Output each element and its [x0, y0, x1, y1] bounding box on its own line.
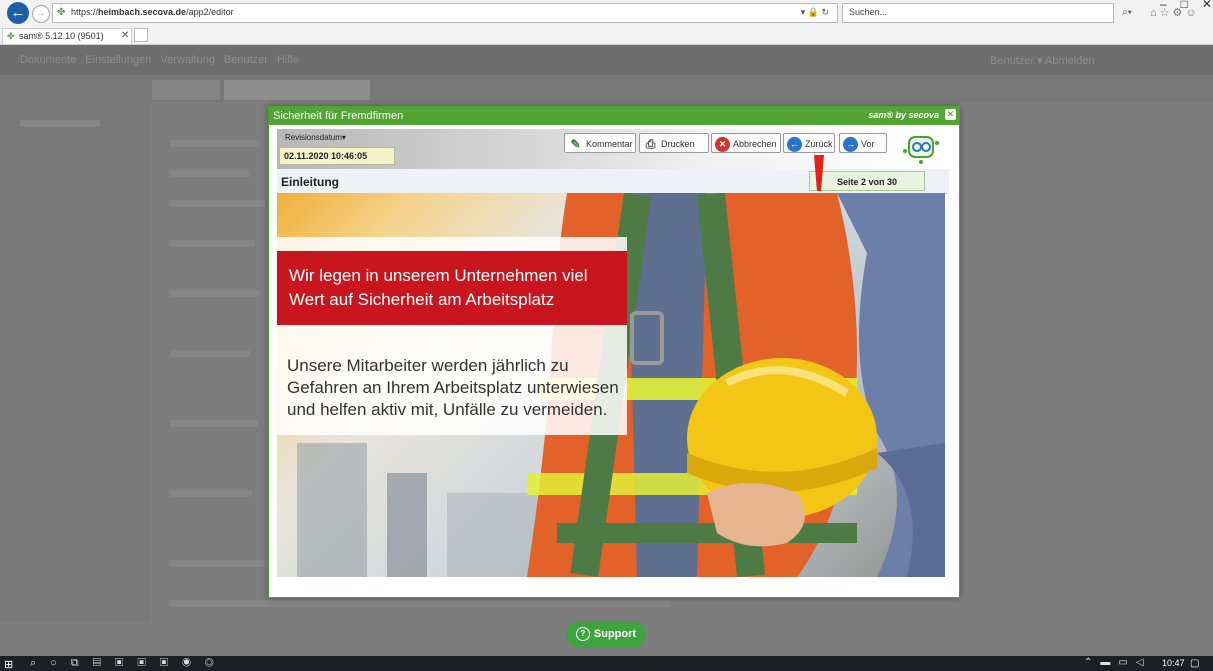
dialog-header: Revisionsdatum▾ 02.11.2020 10:46:05 ✎ Kom… [277, 129, 949, 169]
next-label: Vor [861, 139, 875, 149]
dialog-close-icon[interactable]: ✕ [945, 109, 956, 120]
section-title: Einleitung [281, 175, 339, 189]
printer-icon: ⎙ [645, 137, 656, 152]
ghost-list-line [170, 240, 255, 247]
browser-tab[interactable]: ✤ sam® 5.12.10 (9501) ✕ [2, 28, 132, 44]
brand-label: sam® by secova [868, 110, 939, 120]
page-indicator: Seite 2 von 30 [809, 171, 925, 191]
app-sidebar-dimmed [0, 102, 150, 622]
search-input[interactable]: Suchen... [842, 3, 1114, 23]
taskbar: ⊞ ⌕○⧉▤▣▣▣◉◎ ⌃▬▭◁ 10:47 ▢ [0, 656, 1213, 671]
slide-content: Wir legen in unserem Unternehmen viel We… [277, 193, 945, 577]
back-arrow-icon[interactable]: ← [7, 2, 29, 24]
help-icon: ? [575, 627, 590, 642]
body-box: Unsere Mitarbeiter werden jährlich zu Ge… [277, 325, 627, 435]
url-domain: heimbach.secova.de [98, 7, 187, 17]
mascot-logo-icon [903, 136, 939, 164]
dialog-title: Sicherheit für Fremdfirmen [273, 110, 404, 122]
ghost-list-line [170, 200, 265, 207]
app-sub-tab-active [224, 80, 370, 100]
ghost-list-line [170, 490, 252, 497]
headline-box: Wir legen in unserem Unternehmen viel We… [277, 251, 627, 325]
body-text: Unsere Mitarbeiter werden jährlich zu Ge… [287, 356, 619, 419]
site-favicon-icon: ✤ [57, 7, 66, 18]
pencil-icon: ✎ [570, 137, 581, 152]
app-menu-items: Dokumente Einstellungen Verwaltung Benut… [20, 54, 299, 66]
cancel-label: Abbrechen [733, 139, 777, 149]
system-tray-icons[interactable]: ⌃▬▭◁ [1084, 657, 1152, 668]
section-bar: Einleitung Seite 2 von 30 [277, 169, 949, 194]
address-bar[interactable]: ✤ https://heimbach.secova.de/app2/editor… [52, 3, 838, 23]
start-button-icon[interactable]: ⊞ [4, 658, 13, 671]
training-dialog: Sicherheit für Fremdfirmen sam® by secov… [268, 106, 960, 598]
revision-date-field[interactable]: 02.11.2020 10:46:05 [279, 147, 395, 165]
arrow-left-icon: ← [787, 137, 802, 153]
app-sub-tab [152, 80, 220, 100]
print-label: Drucken [661, 139, 695, 149]
search-placeholder: Suchen... [849, 7, 888, 17]
url-path: /app2/editor [186, 7, 234, 17]
support-button[interactable]: ? Support [566, 621, 646, 648]
search-icon[interactable]: ⌕▾ [1122, 7, 1132, 18]
comment-label: Kommentar [586, 139, 633, 149]
tab-title: sam® 5.12.10 (9501) [19, 31, 104, 41]
forward-arrow-icon[interactable]: → [32, 5, 50, 23]
window-controls[interactable]: –□✕ [1160, 0, 1213, 11]
browser-chrome: ← → ✤ https://heimbach.secova.de/app2/ed… [0, 0, 1213, 45]
headline-band [277, 237, 627, 251]
print-button[interactable]: ⎙ Drucken [639, 133, 709, 153]
new-tab-button[interactable] [134, 28, 148, 42]
app-user-menu: Benutzer ▾ Abmelden [990, 55, 1095, 67]
ghost-list-line [170, 600, 670, 607]
ghost-list-line [170, 290, 260, 297]
arrow-right-icon: → [843, 137, 858, 153]
taskbar-clock[interactable]: 10:47 [1162, 658, 1185, 668]
ghost-list-line [170, 140, 260, 147]
app-menu-bar: Dokumente Einstellungen Verwaltung Benut… [0, 45, 1213, 75]
support-label: Support [593, 628, 637, 640]
url-prefix: https:// [71, 7, 99, 17]
taskbar-app-icons[interactable]: ⌕○⧉▤▣▣▣◉◎ [30, 657, 228, 670]
headline-text: Wir legen in unserem Unternehmen viel We… [289, 266, 588, 309]
dialog-title-bar: Sicherheit für Fremdfirmen sam® by secov… [269, 107, 959, 125]
notification-icon[interactable]: ▢ [1190, 658, 1199, 669]
cancel-button[interactable]: ✕ Abbrechen [711, 133, 781, 153]
revision-label-text: Revisionsdatum [285, 133, 342, 142]
ghost-list-line [170, 170, 250, 177]
address-url[interactable]: https://heimbach.secova.de/app2/editor [71, 7, 234, 17]
back-label: Zurück [805, 139, 833, 149]
revision-label: Revisionsdatum▾ [285, 133, 346, 142]
back-button[interactable]: ← Zurück [783, 133, 835, 153]
tab-favicon-icon: ✤ [7, 31, 15, 41]
next-button[interactable]: → Vor [839, 133, 887, 153]
comment-button[interactable]: ✎ Kommentar [564, 133, 636, 153]
cancel-icon: ✕ [715, 137, 730, 153]
address-tools-icon[interactable]: ▾ 🔒 ↻ [801, 7, 829, 18]
dropdown-arrow-icon[interactable]: ▾ [342, 133, 346, 142]
ghost-list-line [170, 420, 258, 427]
ghost-list-line [170, 350, 250, 357]
tab-close-icon[interactable]: ✕ [121, 30, 129, 41]
ghost-list-line [20, 120, 100, 127]
